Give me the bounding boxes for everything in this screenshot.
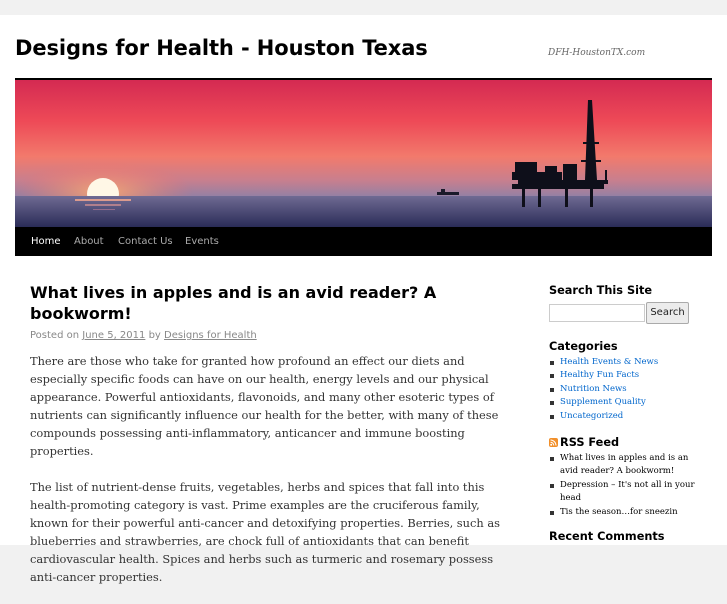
main-navigation: Home About Contact Us Events <box>15 227 712 256</box>
post-meta: Posted on June 5, 2011 by Designs for He… <box>30 330 510 341</box>
rss-widget-title: RSS Feed <box>549 436 709 449</box>
post-meta-by: by <box>148 330 161 341</box>
category-link[interactable]: Uncategorized <box>560 411 623 421</box>
rss-title-text[interactable]: RSS Feed <box>560 436 619 449</box>
post-date-link[interactable]: June 5, 2011 <box>82 330 145 341</box>
categories-widget-title: Categories <box>549 340 618 353</box>
site-title[interactable]: Designs for Health - Houston Texas <box>15 36 428 60</box>
nav-item-contact-us[interactable]: Contact Us <box>118 227 173 256</box>
search-form: Search <box>549 302 709 326</box>
nav-item-about[interactable]: About <box>74 227 104 256</box>
list-item[interactable]: Tis the season…for sneezin <box>549 506 709 519</box>
list-item: Nutrition News <box>549 383 709 396</box>
header-banner-image <box>15 80 712 227</box>
rss-icon[interactable] <box>549 438 558 448</box>
post-author-link[interactable]: Designs for Health <box>164 330 257 341</box>
category-link[interactable]: Nutrition News <box>560 384 627 394</box>
site-description: DFH-HoustonTX.com <box>548 48 646 58</box>
search-input[interactable] <box>549 304 645 322</box>
list-item: Uncategorized <box>549 410 709 423</box>
recent-comments-widget-title: Recent Comments <box>549 530 665 544</box>
search-button[interactable]: Search <box>646 302 689 324</box>
category-link[interactable]: Health Events & News <box>560 357 658 367</box>
post-title[interactable]: What lives in apples and is an avid read… <box>30 282 510 324</box>
category-link[interactable]: Supplement Quality <box>560 397 646 407</box>
sidebar: Search This Site Search Categories Healt… <box>549 284 709 543</box>
search-widget-title: Search This Site <box>549 284 653 297</box>
list-item[interactable]: Depression – It's not all in your head <box>549 479 709 506</box>
post-meta-prefix: Posted on <box>30 330 80 341</box>
post-body: There are those who take for granted how… <box>30 352 510 586</box>
post-paragraph: There are those who take for granted how… <box>30 354 499 458</box>
main-content: What lives in apples and is an avid read… <box>30 282 510 604</box>
categories-list: Health Events & News Healthy Fun Facts N… <box>549 356 709 423</box>
list-item: Supplement Quality <box>549 396 709 409</box>
nav-item-events[interactable]: Events <box>185 227 219 256</box>
list-item: Healthy Fun Facts <box>549 369 709 382</box>
category-link[interactable]: Healthy Fun Facts <box>560 370 639 380</box>
list-item[interactable]: What lives in apples and is an avid read… <box>549 452 709 479</box>
nav-item-home[interactable]: Home <box>31 227 61 256</box>
rss-feed-list: What lives in apples and is an avid read… <box>549 452 709 519</box>
post-paragraph: The list of nutrient-dense fruits, veget… <box>30 480 500 584</box>
list-item: Health Events & News <box>549 356 709 369</box>
